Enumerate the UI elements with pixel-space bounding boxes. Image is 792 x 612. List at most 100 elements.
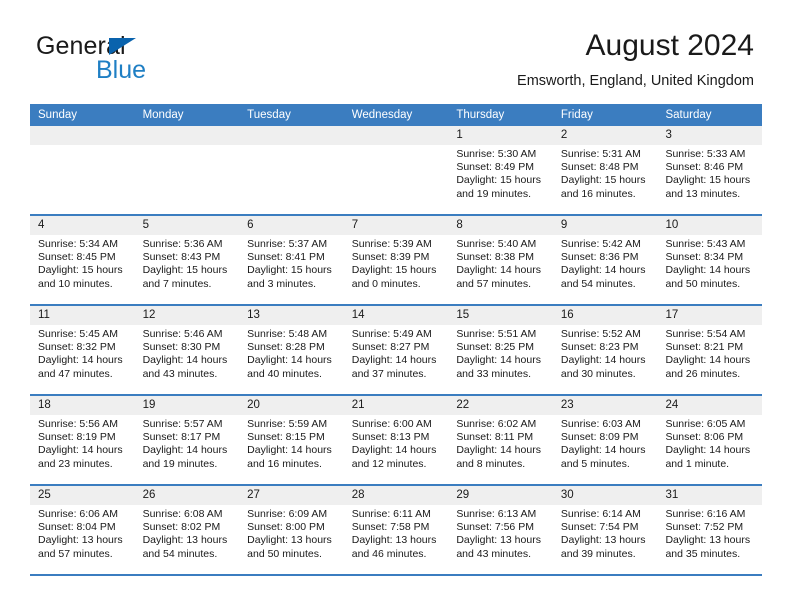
day-number[interactable]: 29 — [448, 486, 553, 505]
day-number[interactable]: 6 — [239, 216, 344, 235]
day-detail-line: Sunset: 8:17 PM — [142, 431, 221, 444]
day-number[interactable]: 20 — [239, 396, 344, 415]
day-cell[interactable]: Sunrise: 5:31 AM Sunset: 8:48 PM Daylight:… — [553, 145, 658, 214]
day-detail-line: Daylight: 14 hours — [351, 444, 437, 457]
day-number[interactable]: 17 — [657, 306, 762, 325]
day-number[interactable]: 8 — [448, 216, 553, 235]
day-number[interactable]: 11 — [30, 306, 135, 325]
day-detail-line: Sunrise: 5:39 AM — [351, 238, 432, 250]
day-cell[interactable]: Sunrise: 6:03 AM Sunset: 8:09 PM Daylight:… — [553, 415, 658, 484]
day-number[interactable]: 14 — [344, 306, 449, 325]
day-cell[interactable]: Sunrise: 5:56 AM Sunset: 8:19 PM Daylight:… — [30, 415, 135, 484]
day-cell[interactable]: Sunrise: 5:52 AM Sunset: 8:23 PM Daylight:… — [553, 325, 658, 394]
day-number[interactable]: 23 — [553, 396, 658, 415]
day-cell[interactable]: Sunrise: 5:59 AM Sunset: 8:15 PM Daylight:… — [239, 415, 344, 484]
day-cell[interactable]: Sunrise: 5:39 AM Sunset: 8:39 PM Daylight:… — [344, 235, 449, 304]
day-detail-line: Sunrise: 6:05 AM — [665, 418, 746, 430]
day-number[interactable]: 12 — [135, 306, 240, 325]
day-number[interactable]: 1 — [448, 126, 553, 145]
day-number[interactable]: 31 — [657, 486, 762, 505]
day-number[interactable]: 13 — [239, 306, 344, 325]
calendar-week-row: 25 26 27 28 29 30 31 Sunrise: 6:06 AM Sunset: 8:… — [30, 486, 762, 576]
day-detail-line: Daylight: 14 hours — [456, 354, 541, 367]
calendar-week-row: 4 5 6 7 8 9 10 Sunrise: 5:34 AM Sunset: 8:45 PM D… — [30, 216, 762, 306]
day-cell[interactable]: Sunrise: 6:09 AM Sunset: 8:00 PM Daylight:… — [239, 505, 344, 574]
day-cell[interactable]: Sunrise: 5:34 AM Sunset: 8:45 PM Daylight:… — [30, 235, 135, 304]
day-cell[interactable]: Sunrise: 5:57 AM Sunset: 8:17 PM Daylight:… — [135, 415, 240, 484]
day-detail-line: Sunset: 7:56 PM — [456, 521, 534, 534]
week-daynumber-row: 25 26 27 28 29 30 31 — [30, 486, 762, 505]
day-cell-empty — [134, 145, 240, 214]
day-detail-line: Sunrise: 5:48 AM — [247, 328, 328, 340]
day-number[interactable]: 9 — [553, 216, 658, 235]
day-number[interactable]: 4 — [30, 216, 135, 235]
day-detail-line: Daylight: 15 hours — [665, 174, 751, 187]
day-cell[interactable]: Sunrise: 5:33 AM Sunset: 8:46 PM Daylight:… — [657, 145, 762, 214]
day-cell[interactable]: Sunrise: 5:30 AM Sunset: 8:49 PM Daylight:… — [448, 145, 553, 214]
day-cell[interactable]: Sunrise: 5:37 AM Sunset: 8:41 PM Daylight:… — [239, 235, 344, 304]
day-cell[interactable]: Sunrise: 6:11 AM Sunset: 7:58 PM Daylight:… — [344, 505, 449, 574]
day-detail-line: and 16 minutes. — [560, 187, 636, 200]
day-number[interactable]: 30 — [553, 486, 658, 505]
day-cell[interactable]: Sunrise: 6:06 AM Sunset: 8:04 PM Daylight:… — [30, 505, 135, 574]
day-number-empty — [30, 126, 135, 145]
day-cell[interactable]: Sunrise: 5:42 AM Sunset: 8:36 PM Daylight:… — [553, 235, 658, 304]
day-detail-line: and 33 minutes. — [456, 367, 532, 380]
day-number[interactable]: 16 — [553, 306, 658, 325]
day-detail-line: and 37 minutes. — [351, 367, 427, 380]
day-detail-line: and 57 minutes. — [38, 547, 113, 560]
day-detail-line: Sunset: 8:36 PM — [560, 251, 639, 264]
day-number[interactable]: 7 — [344, 216, 449, 235]
calendar-week-row: 1 2 3 Sunrise: 5:30 AM Sunset: 8:49 PM Daylig… — [30, 126, 762, 216]
day-number[interactable]: 18 — [30, 396, 135, 415]
weeks-container: 1 2 3 Sunrise: 5:30 AM Sunset: 8:49 PM Daylig… — [30, 126, 762, 576]
day-detail-line: Daylight: 13 hours — [351, 534, 437, 547]
day-detail-line: Sunset: 8:39 PM — [351, 251, 430, 264]
day-cell[interactable]: Sunrise: 5:49 AM Sunset: 8:27 PM Daylight:… — [344, 325, 449, 394]
day-detail-line: Daylight: 14 hours — [665, 444, 751, 457]
day-number[interactable]: 28 — [344, 486, 449, 505]
day-cell[interactable]: Sunrise: 6:05 AM Sunset: 8:06 PM Daylight:… — [657, 415, 762, 484]
day-number[interactable]: 15 — [448, 306, 553, 325]
day-number[interactable]: 19 — [135, 396, 240, 415]
day-number[interactable]: 5 — [135, 216, 240, 235]
day-detail-line: Sunrise: 5:40 AM — [456, 238, 537, 250]
day-detail-line: Sunrise: 6:00 AM — [351, 418, 432, 430]
day-detail-line: Daylight: 13 hours — [456, 534, 541, 547]
day-cell[interactable]: Sunrise: 6:02 AM Sunset: 8:11 PM Daylight:… — [448, 415, 553, 484]
day-number[interactable]: 24 — [657, 396, 762, 415]
day-cell[interactable]: Sunrise: 5:51 AM Sunset: 8:25 PM Daylight:… — [448, 325, 553, 394]
day-detail-line: Sunrise: 6:02 AM — [456, 418, 537, 430]
day-number-empty — [239, 126, 344, 145]
day-detail-line: Sunrise: 5:51 AM — [456, 328, 537, 340]
day-detail-line: Sunset: 8:02 PM — [142, 521, 221, 534]
day-number[interactable]: 26 — [135, 486, 240, 505]
brand-logo[interactable]: General Blue — [36, 32, 266, 88]
day-cell[interactable]: Sunrise: 5:54 AM Sunset: 8:21 PM Daylight:… — [657, 325, 762, 394]
day-number[interactable]: 25 — [30, 486, 135, 505]
day-detail-line: Sunset: 8:09 PM — [560, 431, 639, 444]
day-cell[interactable]: Sunrise: 5:36 AM Sunset: 8:43 PM Daylight:… — [135, 235, 240, 304]
day-number[interactable]: 10 — [657, 216, 762, 235]
day-number[interactable]: 21 — [344, 396, 449, 415]
day-number[interactable]: 2 — [553, 126, 658, 145]
day-cell[interactable]: Sunrise: 5:43 AM Sunset: 8:34 PM Daylight:… — [657, 235, 762, 304]
day-detail-line: Daylight: 13 hours — [665, 534, 751, 547]
day-number[interactable]: 27 — [239, 486, 344, 505]
day-cell[interactable]: Sunrise: 5:48 AM Sunset: 8:28 PM Daylight:… — [239, 325, 344, 394]
day-cell[interactable]: Sunrise: 6:16 AM Sunset: 7:52 PM Daylight:… — [657, 505, 762, 574]
day-detail-line: Sunrise: 5:46 AM — [142, 328, 223, 340]
day-cell[interactable]: Sunrise: 6:08 AM Sunset: 8:02 PM Daylight:… — [135, 505, 240, 574]
day-cell[interactable]: Sunrise: 6:00 AM Sunset: 8:13 PM Daylight:… — [344, 415, 449, 484]
day-number[interactable]: 22 — [448, 396, 553, 415]
day-cell[interactable]: Sunrise: 6:13 AM Sunset: 7:56 PM Daylight:… — [448, 505, 553, 574]
day-cell[interactable]: Sunrise: 6:14 AM Sunset: 7:54 PM Daylight:… — [553, 505, 658, 574]
day-detail-line: Sunset: 8:21 PM — [665, 341, 744, 354]
day-detail-line: Sunset: 7:54 PM — [560, 521, 639, 534]
day-number[interactable]: 3 — [657, 126, 762, 145]
day-cell[interactable]: Sunrise: 5:40 AM Sunset: 8:38 PM Daylight:… — [448, 235, 553, 304]
day-detail-line: Sunset: 8:04 PM — [38, 521, 116, 534]
day-cell[interactable]: Sunrise: 5:45 AM Sunset: 8:32 PM Daylight:… — [30, 325, 135, 394]
day-cell[interactable]: Sunrise: 5:46 AM Sunset: 8:30 PM Daylight:… — [135, 325, 240, 394]
day-detail-line: and 57 minutes. — [456, 277, 532, 290]
